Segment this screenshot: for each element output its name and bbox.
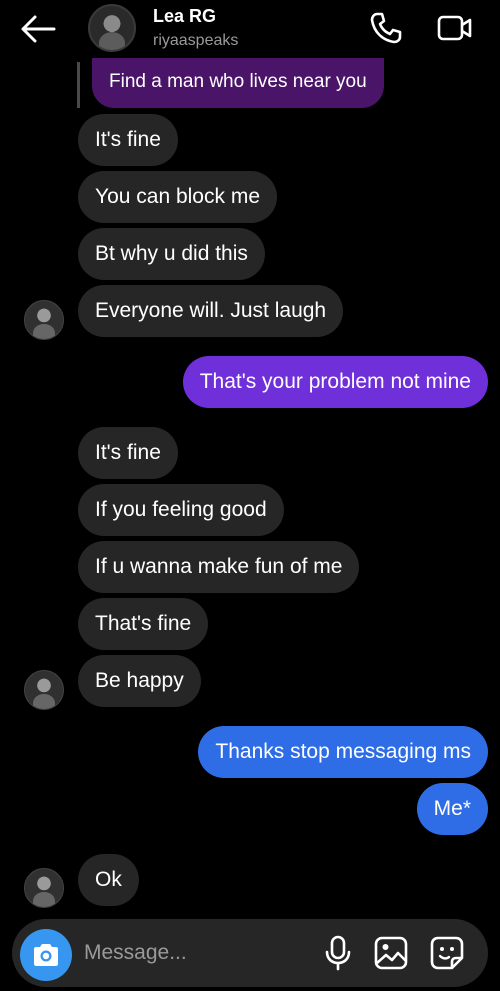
contact-username[interactable]: riyaaspeaks xyxy=(153,32,238,50)
message-input[interactable] xyxy=(84,933,314,973)
sender-avatar[interactable] xyxy=(24,300,64,340)
message-bubble-outgoing[interactable]: Me* xyxy=(416,783,488,835)
message-composer xyxy=(12,919,488,987)
video-call-button[interactable] xyxy=(436,12,474,44)
message-bubble-incoming[interactable]: It's fine xyxy=(78,114,178,166)
message-bubble-incoming[interactable]: It's fine xyxy=(78,427,178,479)
back-button[interactable] xyxy=(18,12,58,46)
camera-button[interactable] xyxy=(20,929,72,981)
phone-icon xyxy=(370,12,402,44)
message-bubble-incoming[interactable]: Bt why u did this xyxy=(78,228,265,280)
message-bubble-incoming[interactable]: You can block me xyxy=(78,171,277,223)
message-bubble-incoming[interactable]: Be happy xyxy=(78,655,201,707)
camera-icon xyxy=(34,944,58,966)
sticker-button[interactable] xyxy=(430,936,464,970)
message-bubble-incoming[interactable]: Everyone will. Just laugh xyxy=(78,285,344,337)
sender-avatar[interactable] xyxy=(24,670,64,710)
message-bubble-incoming[interactable]: That's fine xyxy=(78,598,209,650)
message-bubble-incoming[interactable]: If u wanna make fun of me xyxy=(78,541,360,593)
message-bubble-outgoing[interactable]: That's your problem not mine xyxy=(182,356,488,408)
message-bubble-outgoing[interactable]: Thanks stop messaging ms xyxy=(198,726,488,778)
arrow-left-icon xyxy=(21,15,56,43)
quoted-message[interactable]: Find a man who lives near you xyxy=(92,58,384,108)
message-bubble-incoming[interactable]: Ok xyxy=(78,854,139,906)
chat-header: Lea RG riyaaspeaks xyxy=(0,0,500,60)
image-icon xyxy=(374,936,408,970)
video-camera-icon xyxy=(437,15,472,41)
voice-message-button[interactable] xyxy=(322,935,354,971)
sender-avatar[interactable] xyxy=(24,868,64,908)
sticker-icon xyxy=(430,936,464,970)
call-button[interactable] xyxy=(368,10,404,46)
contact-avatar[interactable] xyxy=(88,4,136,52)
contact-name[interactable]: Lea RG xyxy=(153,6,216,27)
message-bubble-incoming[interactable]: If you feeling good xyxy=(78,484,284,536)
microphone-icon xyxy=(325,935,351,971)
reply-indicator xyxy=(77,62,80,108)
gallery-button[interactable] xyxy=(374,936,408,970)
